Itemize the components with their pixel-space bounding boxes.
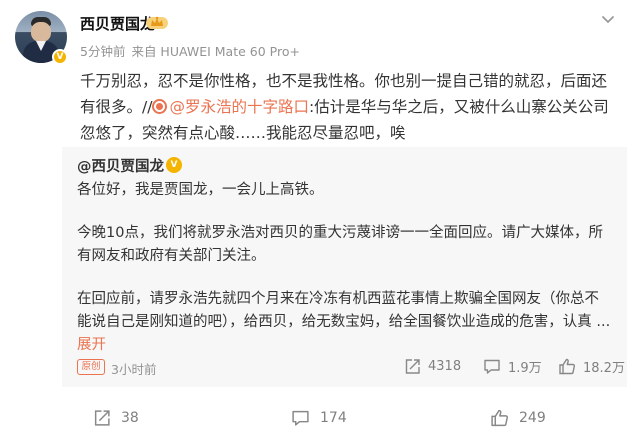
original-paragraph: 今晚10点，我们将就罗永浩对西贝的重大污蔑诽谤一一全面回应。请广大媒体，所有网友… (77, 225, 603, 264)
chevron-down-icon[interactable] (600, 14, 616, 26)
original-author[interactable]: @西贝贾国龙 (77, 155, 164, 176)
post-body: 千万别忍，忍不是你性格，也不是我性格。你也别一提自己错的就忍，后面还有很多。//… (80, 68, 620, 146)
post-time[interactable]: 5分钟前 (80, 44, 125, 59)
post-meta: 5分钟前 来自 HUAWEI Mate 60 Pro+ (80, 41, 300, 60)
original-like-count: 18.2万 (583, 360, 625, 376)
mention-link[interactable]: @罗永浩的十字路口 (169, 98, 309, 116)
comment-count: 174 (320, 410, 347, 426)
verified-badge-icon: V (166, 157, 182, 173)
repost-icon (94, 410, 110, 426)
original-tag: 原创 (77, 359, 105, 375)
crown-icon[interactable] (145, 13, 169, 31)
original-repost-button[interactable]: 4318 (404, 355, 461, 377)
original-repost-count: 4318 (428, 358, 462, 374)
comment-icon (484, 359, 500, 374)
repost-button[interactable]: 38 (93, 407, 139, 429)
like-count: 249 (519, 410, 546, 426)
original-comment-button[interactable]: 1.9万 (483, 355, 542, 377)
post-header: V 西贝贾国龙 5分钟前 来自 HUAWEI Mate 60 Pro+ (0, 0, 627, 66)
thumbs-up-icon (559, 358, 576, 374)
verified-badge-icon: V (52, 49, 68, 65)
reposted-card[interactable]: @西贝贾国龙 V 各位好，我是贾国龙，一会儿上高铁。 今晚10点，我们将就罗永浩… (62, 147, 627, 387)
original-comment-count: 1.9万 (508, 360, 542, 376)
original-body: 各位好，我是贾国龙，一会儿上高铁。 今晚10点，我们将就罗永浩对西贝的重大污蔑诽… (77, 179, 612, 357)
like-button[interactable]: 249 (490, 407, 546, 429)
expand-link[interactable]: 展开 (77, 337, 106, 353)
thumbs-up-icon (491, 409, 508, 427)
action-bar: 38 174 249 (0, 387, 627, 440)
original-like-button[interactable]: 18.2万 (558, 355, 625, 377)
comment-button[interactable]: 174 (291, 407, 347, 429)
author-name[interactable]: 西贝贾国龙 (80, 13, 155, 34)
comment-icon (292, 410, 309, 426)
original-paragraph: 在回应前，请罗永浩先就四个月来在冷冻有机西蓝花事情上欺骗全国网友（你总不能说自己… (77, 291, 611, 353)
repost-count: 38 (121, 410, 139, 426)
post-source: 来自 HUAWEI Mate 60 Pro+ (131, 44, 300, 59)
repost-icon (405, 358, 420, 374)
original-paragraph: 各位好，我是贾国龙，一会儿上高铁。 (77, 182, 324, 198)
mention-link-icon (152, 99, 168, 114)
original-time[interactable]: 3小时前 (111, 359, 156, 378)
